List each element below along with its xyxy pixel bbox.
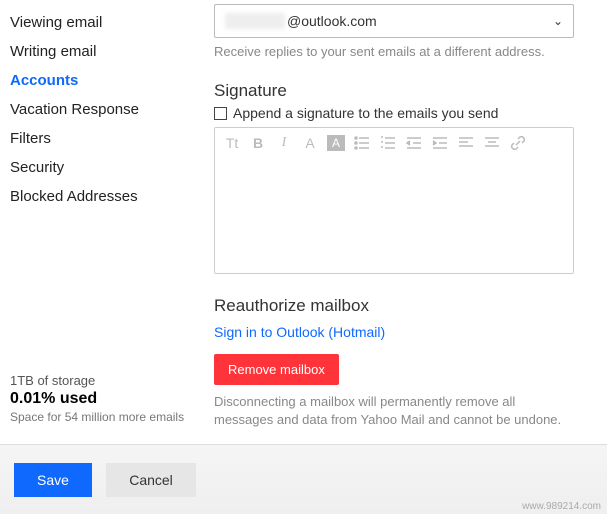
bold-icon[interactable]: B [249,134,267,152]
indent-decrease-icon[interactable] [405,134,423,152]
storage-total: 1TB of storage [10,373,200,388]
sidebar-item-writing-email[interactable]: Writing email [10,37,200,66]
text-size-icon[interactable]: Tt [223,134,241,152]
masked-username [225,13,285,29]
signin-outlook-link[interactable]: Sign in to Outlook (Hotmail) [214,324,385,340]
list-numbered-icon[interactable] [379,134,397,152]
sidebar-item-vacation-response[interactable]: Vacation Response [10,95,200,124]
remove-warning-text: Disconnecting a mailbox will permanently… [214,393,574,429]
main-panel: @outlook.com ⌄ Receive replies to your s… [200,0,607,440]
sidebar-item-filters[interactable]: Filters [10,124,200,153]
chevron-down-icon: ⌄ [553,14,563,28]
reauth-title: Reauthorize mailbox [214,296,587,316]
reply-address-value: @outlook.com [225,13,377,29]
remove-mailbox-button[interactable]: Remove mailbox [214,354,339,385]
list-bulleted-icon[interactable] [353,134,371,152]
sidebar-item-security[interactable]: Security [10,153,200,182]
sidebar-item-blocked-addresses[interactable]: Blocked Addresses [10,182,200,211]
signature-checkbox-row[interactable]: Append a signature to the emails you sen… [214,105,587,121]
sidebar-item-accounts[interactable]: Accounts [10,66,200,95]
reply-domain: @outlook.com [287,13,377,29]
highlight-icon[interactable]: A [327,135,345,151]
storage-sub: Space for 54 million more emails [10,410,200,424]
nav-list: Viewing email Writing email Accounts Vac… [10,8,200,211]
indent-increase-icon[interactable] [431,134,449,152]
signature-editor: Tt B I A A [214,127,574,274]
save-button[interactable]: Save [14,463,92,497]
signature-checkbox-label: Append a signature to the emails you sen… [233,105,498,121]
storage-info: 1TB of storage 0.01% used Space for 54 m… [10,373,200,440]
signature-title: Signature [214,81,587,101]
sidebar: Viewing email Writing email Accounts Vac… [0,0,200,440]
footer-bar: Save Cancel [0,444,607,514]
align-center-icon[interactable] [483,134,501,152]
cancel-button[interactable]: Cancel [106,463,196,497]
watermark: www.989214.com [522,501,601,512]
link-icon[interactable] [509,134,527,152]
signature-textarea[interactable] [215,158,573,273]
align-left-icon[interactable] [457,134,475,152]
storage-used: 0.01% used [10,390,200,408]
signature-checkbox[interactable] [214,107,227,120]
text-color-icon[interactable]: A [301,134,319,152]
italic-icon[interactable]: I [275,134,293,152]
sidebar-item-viewing-email[interactable]: Viewing email [10,8,200,37]
editor-toolbar: Tt B I A A [215,128,573,158]
reply-address-select[interactable]: @outlook.com ⌄ [214,4,574,38]
reply-helper-text: Receive replies to your sent emails at a… [214,44,587,59]
